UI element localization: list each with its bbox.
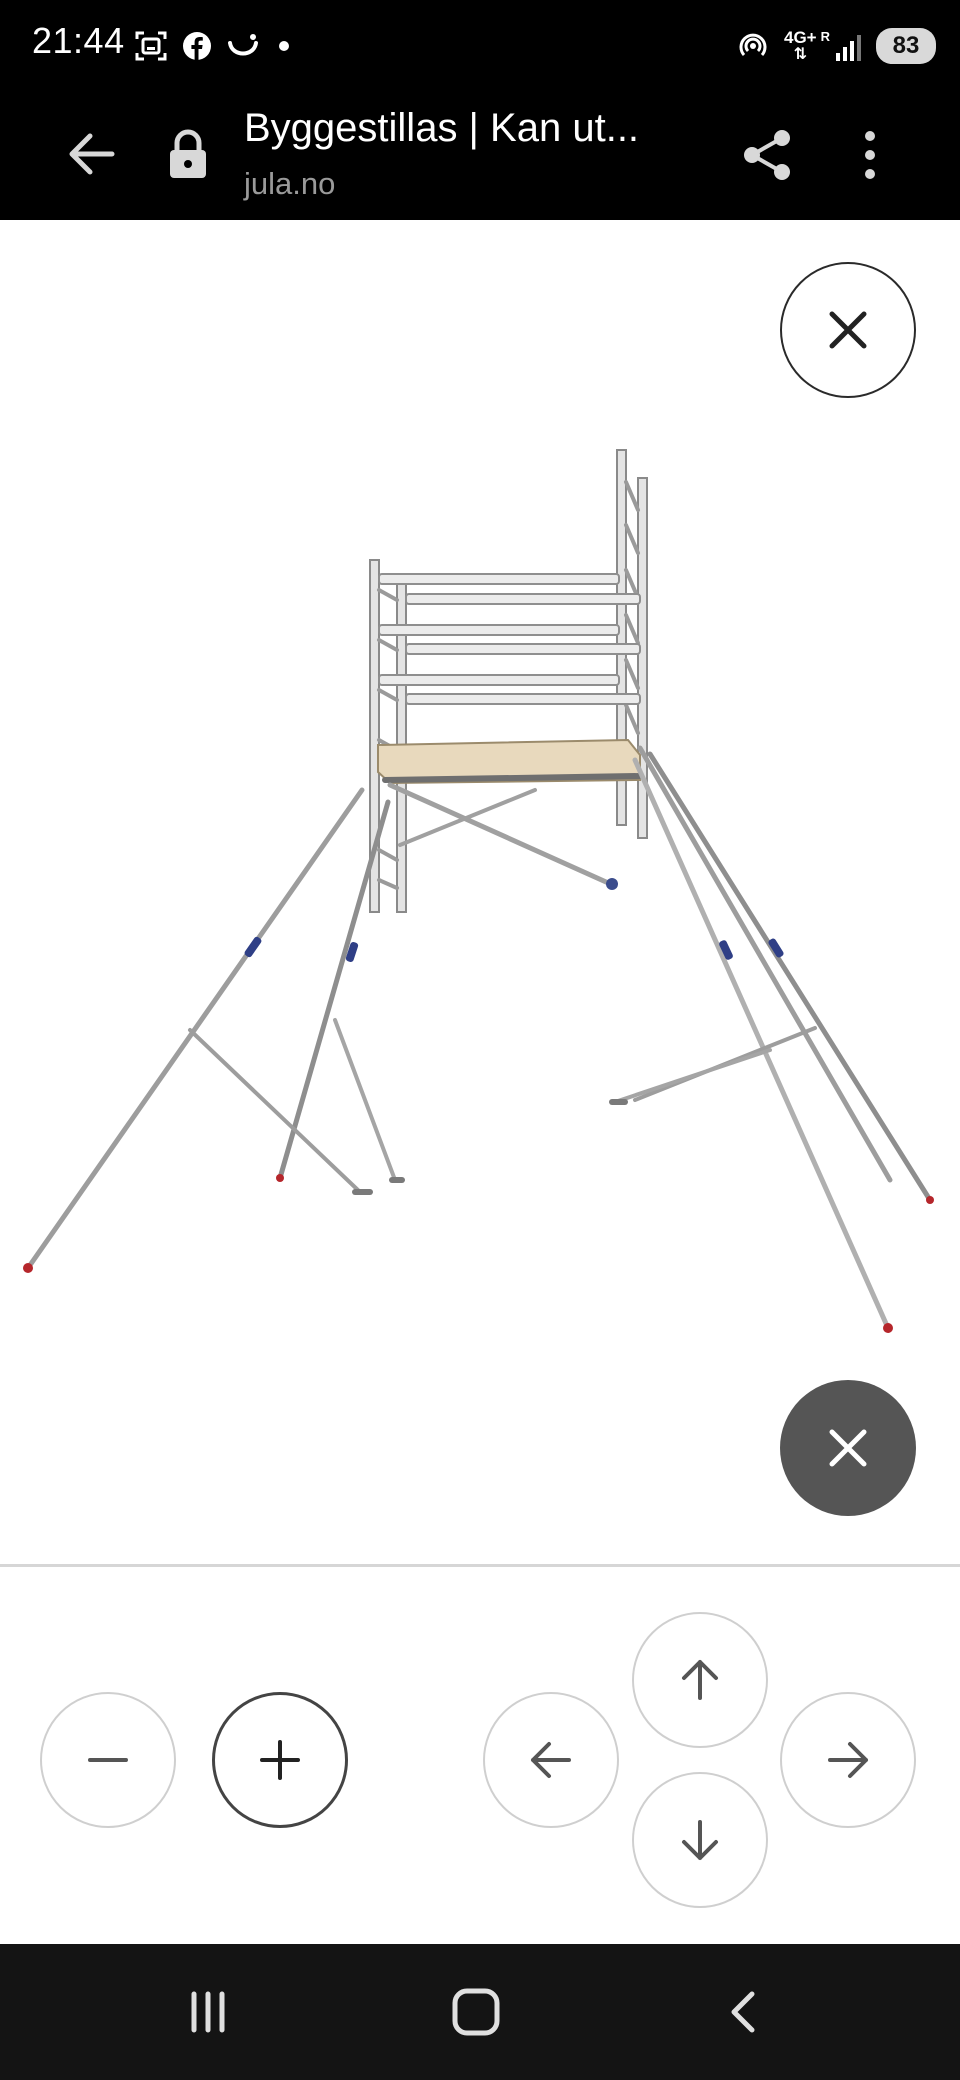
network-indicator: 4G+ ⇅ R — [784, 29, 862, 63]
nav-back-button[interactable] — [708, 1976, 780, 2048]
close-icon — [829, 1429, 867, 1467]
recents-icon — [191, 1991, 225, 2033]
back-icon — [731, 1991, 755, 2033]
battery-indicator: 83 — [876, 28, 936, 64]
network-label: 4G+ — [784, 28, 817, 47]
minus-icon — [88, 1758, 128, 1762]
lock-icon[interactable] — [160, 126, 216, 182]
share-icon[interactable] — [736, 124, 798, 186]
arrow-up-icon — [682, 1660, 718, 1700]
plus-icon — [260, 1740, 300, 1780]
scaffold-product-image[interactable] — [0, 220, 960, 1564]
status-icons-right: 4G+ ⇅ R 83 — [736, 24, 936, 68]
status-bar: 21:44 4G+ ⇅ R 83 — [0, 0, 960, 88]
network-sub-label: R — [820, 29, 830, 44]
system-nav-bar — [0, 1944, 960, 2080]
dot-icon — [279, 41, 289, 51]
zoom-in-button[interactable] — [212, 1692, 348, 1828]
arrow-left-icon — [531, 1742, 571, 1778]
pan-right-button[interactable] — [780, 1692, 916, 1828]
custom-tab-toolbar: Byggestillas | Kan ut... jula.no — [0, 88, 960, 220]
smile-icon — [228, 34, 258, 56]
recents-button[interactable] — [172, 1976, 244, 2048]
more-vert-icon[interactable] — [844, 124, 896, 186]
pan-left-button[interactable] — [483, 1692, 619, 1828]
home-button[interactable] — [440, 1976, 512, 2048]
arrow-right-icon — [828, 1742, 868, 1778]
home-icon — [452, 1988, 500, 2036]
back-arrow-icon[interactable] — [60, 122, 124, 186]
pan-down-button[interactable] — [632, 1772, 768, 1908]
image-viewer[interactable] — [0, 220, 960, 1564]
status-time: 21:44 — [32, 20, 125, 61]
page-title[interactable]: Byggestillas | Kan ut... — [244, 106, 714, 151]
hotspot-icon — [739, 33, 767, 56]
page-domain[interactable]: jula.no — [244, 166, 335, 202]
signal-icon — [836, 35, 861, 61]
arrow-down-icon — [682, 1820, 718, 1860]
pan-up-button[interactable] — [632, 1612, 768, 1748]
zoom-out-button[interactable] — [40, 1692, 176, 1828]
facebook-icon — [183, 32, 211, 61]
status-icons-left — [134, 24, 294, 68]
close-button-top[interactable] — [780, 262, 916, 398]
screenshot-icon — [135, 31, 167, 61]
close-icon — [829, 311, 867, 349]
divider — [0, 1564, 960, 1567]
close-button-bottom[interactable] — [780, 1380, 916, 1516]
